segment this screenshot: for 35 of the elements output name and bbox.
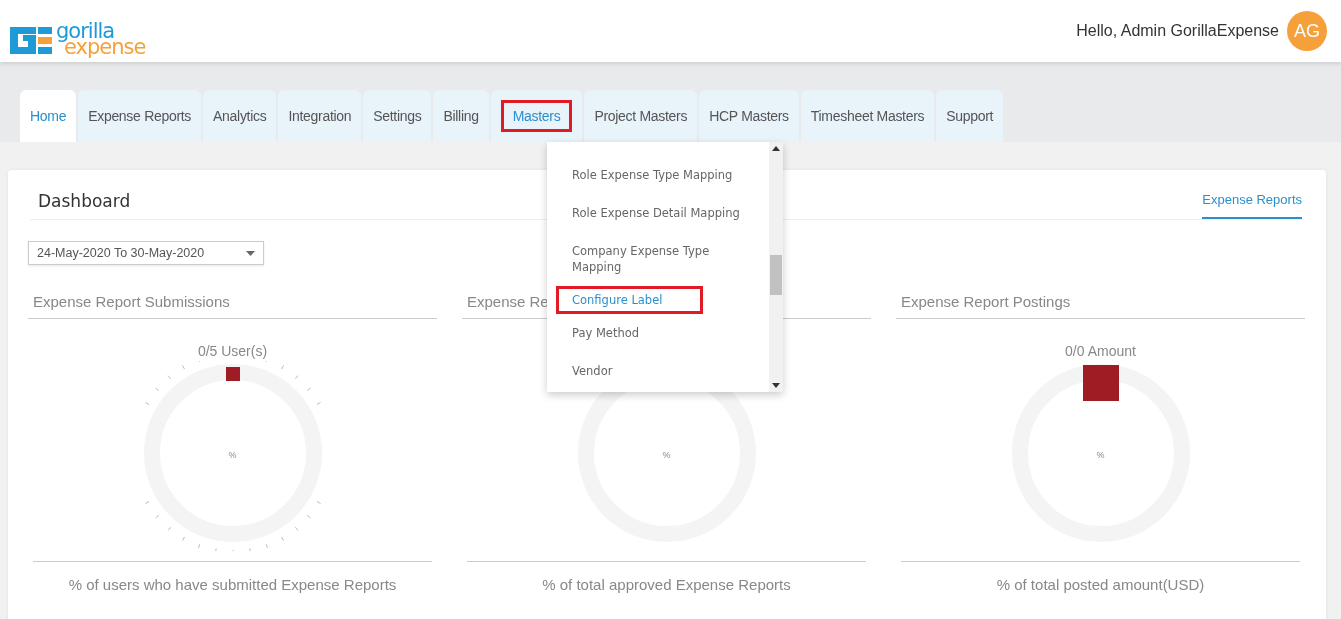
scroll-down-icon [772,383,780,388]
nav-tab[interactable]: Integration [278,90,362,142]
dashboard-title: Dashboard [37,191,131,213]
nav-tab[interactable]: Analytics [203,90,277,142]
menu-item[interactable]: Configure Label [556,286,703,314]
percent-label: % [228,450,237,460]
caret-icon [246,250,255,256]
scrollbar[interactable] [769,142,783,392]
scroll-thumb[interactable] [770,255,782,295]
nav-tab[interactable]: HCP Masters [699,90,799,142]
nav-tab[interactable]: Expense Reports [78,90,202,142]
menu-item[interactable]: Company Expense Type Mapping [556,232,759,286]
count-label: 0/5 User(s) [196,343,269,361]
nav-tab[interactable]: Home [20,90,77,142]
count-label: 0/0 Amount [1064,343,1137,361]
date-range-select[interactable]: 24-May-2020 To 30-May-2020 [28,241,264,265]
scroll-up-icon [772,146,780,151]
menu-item[interactable]: Role Expense Type Mapping [556,156,759,194]
panel-title: Expense Report Submissions [28,293,437,319]
panel-caption: % of total posted amount(USD) [901,561,1300,593]
nav-tab[interactable]: Timesheet Masters [800,90,935,142]
menu-item[interactable]: Role Expense Detail Mapping [556,194,759,232]
percent-label: % [662,450,671,460]
expense-reports-link[interactable]: Expense Reports [1202,192,1302,219]
highlight-frame: Masters [500,100,573,132]
nav-tab[interactable]: Project Masters [584,90,698,142]
nav-tab[interactable]: Support [936,90,1004,142]
panel-title: Expense Report Postings [896,293,1305,319]
nav-tab[interactable]: Billing [433,90,489,142]
menu-item[interactable]: Vendor [556,352,759,390]
panel-caption: % of total approved Expense Reports [467,561,866,593]
greeting-text: Hello, Admin GorillaExpense [1076,22,1279,40]
panel-caption: % of users who have submitted Expense Reports [33,561,432,593]
percent-label: % [1096,450,1105,460]
nav-tab[interactable]: Settings [363,90,432,142]
